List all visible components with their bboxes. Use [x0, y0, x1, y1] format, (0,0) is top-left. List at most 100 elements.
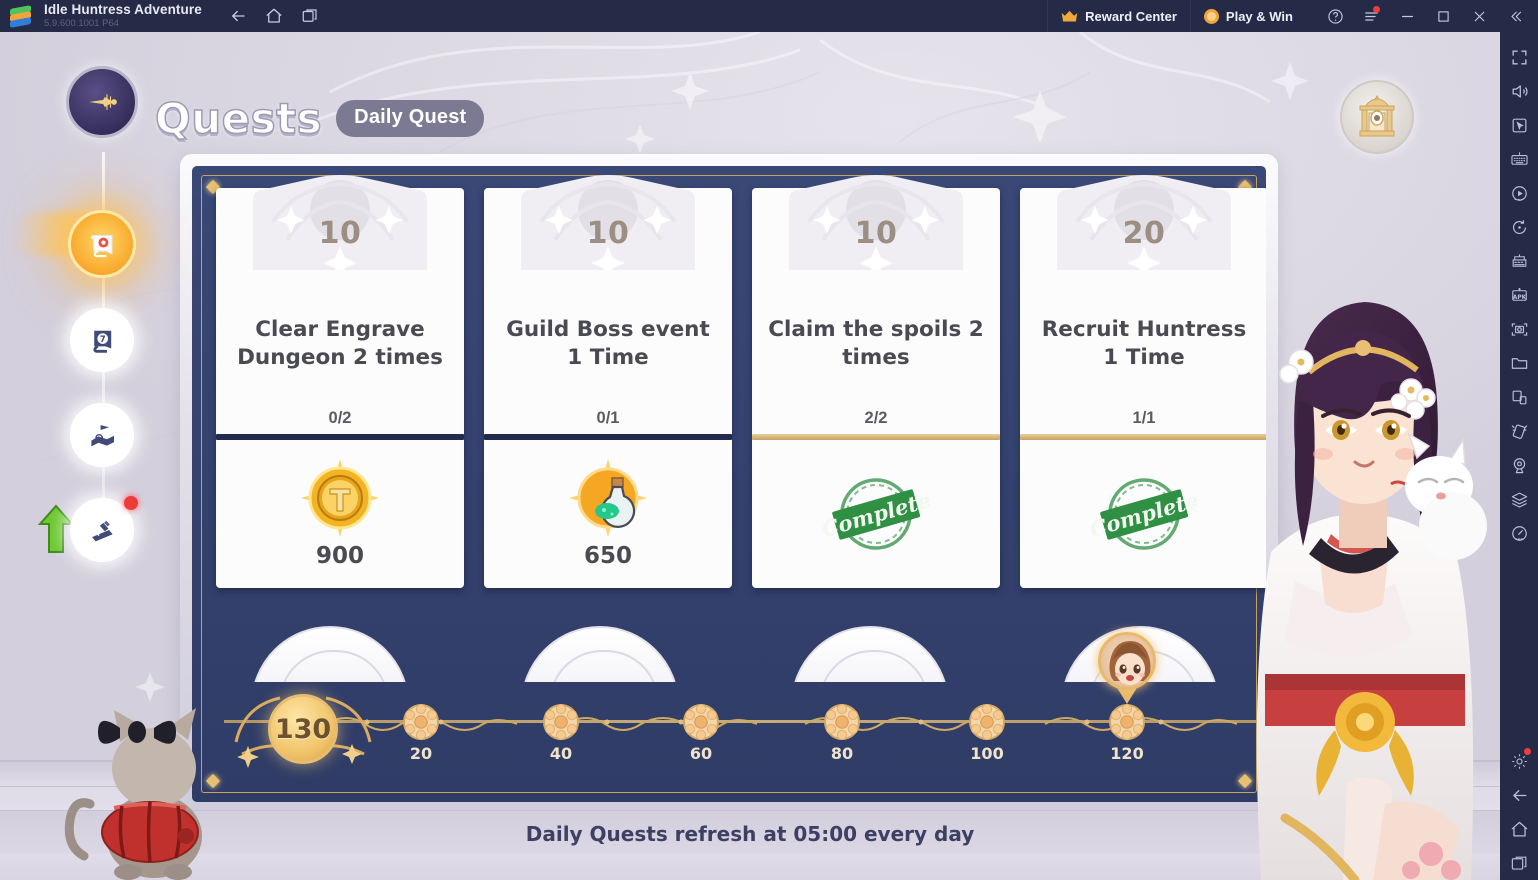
eco-mode-layers-icon[interactable] — [1503, 482, 1535, 516]
quest-card-list: 10 Clear Engrave Dungeon 2 times 0/2 900… — [206, 175, 1266, 606]
sword-emblem-icon — [66, 66, 138, 138]
milestone-track: 130 20 40 60 80 100 120 — [206, 626, 1266, 776]
gold-coin-icon — [301, 459, 379, 537]
quest-reward[interactable]: 900 — [216, 440, 464, 588]
reward-center-label: Reward Center — [1085, 8, 1177, 24]
quest-title: Claim the spoils 2 times — [768, 317, 984, 371]
milestone-node[interactable]: 20 — [399, 700, 443, 763]
rotate-icon[interactable] — [1503, 210, 1535, 244]
quest-points: 10 — [318, 216, 362, 251]
total-points-value: 130 — [274, 713, 332, 745]
sidebar-item-map-quest[interactable] — [52, 385, 152, 485]
app-version: 5.9.600.1001 P64 — [44, 17, 120, 29]
titlebar-nav-group — [228, 6, 320, 26]
shrine-portal-button[interactable] — [1334, 74, 1420, 160]
hamburger-menu-icon[interactable] — [1354, 0, 1388, 32]
close-icon[interactable] — [1462, 0, 1496, 32]
location-gps-icon[interactable] — [1503, 448, 1535, 482]
quest-points: 10 — [854, 216, 898, 251]
cat-merchant-npc — [62, 696, 232, 880]
reward-center-button[interactable]: Reward Center — [1047, 0, 1190, 32]
track-flourish — [564, 717, 758, 731]
cursor-pointer-icon[interactable] — [1503, 108, 1535, 142]
sidebar-item-daily-quest[interactable] — [12, 194, 152, 294]
complete-stamp-icon: Complete — [816, 466, 936, 562]
milestone-node[interactable]: 80 — [820, 700, 864, 763]
maximize-icon[interactable] — [1426, 0, 1460, 32]
quest-reward[interactable]: 650 — [484, 440, 732, 588]
shrine-portal-icon — [1340, 80, 1414, 154]
app-name: Idle Huntress Adventure — [44, 2, 202, 18]
milestone-node[interactable]: 40 — [539, 700, 583, 763]
quest-progress: 0/1 — [484, 409, 732, 440]
android-back-icon[interactable] — [1503, 778, 1535, 812]
quest-title: Guild Boss event 1 Time — [506, 317, 710, 371]
back-arrow-icon[interactable] — [228, 6, 248, 26]
multi-instance-icon[interactable] — [300, 6, 320, 26]
performance-meter-icon[interactable] — [1503, 516, 1535, 550]
flower-node-icon — [543, 703, 579, 741]
flower-node-icon — [824, 703, 860, 741]
coin-star-icon — [1203, 8, 1219, 24]
quest-card[interactable]: 10 Claim the spoils 2 times 2/2 Complete — [752, 175, 1000, 588]
copy-window-icon[interactable] — [1503, 380, 1535, 414]
screenshot-icon[interactable] — [1503, 312, 1535, 346]
quest-reward[interactable]: Complete — [1020, 440, 1266, 588]
android-home-icon[interactable] — [1503, 812, 1535, 846]
minimize-icon[interactable] — [1390, 0, 1424, 32]
milestone-label: 20 — [409, 744, 433, 763]
keyboard-controls-icon[interactable] — [1503, 142, 1535, 176]
quest-card[interactable]: 20 Recruit Huntress 1 Time 1/1 Complete — [1020, 175, 1266, 588]
quest-progress-text: 0/2 — [328, 409, 352, 427]
quest-card[interactable]: 10 Guild Boss event 1 Time 0/1 650 — [484, 175, 732, 588]
app-title-block: Idle Huntress Adventure 5.9.600.1001 P64 — [44, 3, 202, 28]
svg-text:APK: APK — [1512, 294, 1526, 301]
sidebar-item-achievement-quest[interactable] — [37, 480, 152, 580]
flower-node-icon — [403, 703, 439, 741]
quest-reward[interactable]: Complete — [752, 440, 1000, 588]
quest-reward-amount: 900 — [315, 543, 364, 569]
fullscreen-icon[interactable] — [1503, 40, 1535, 74]
multi-instance-manager-icon[interactable] — [1503, 244, 1535, 278]
sidebar-item-emblem[interactable] — [52, 52, 152, 152]
help-circle-icon[interactable] — [1318, 0, 1352, 32]
bluestacks-window: Idle Huntress Adventure 5.9.600.1001 P64… — [0, 0, 1538, 880]
milestone-node[interactable]: 100 — [965, 700, 1009, 763]
crown-icon — [1061, 10, 1078, 23]
volume-icon[interactable] — [1503, 74, 1535, 108]
page-title: Quests — [154, 93, 323, 144]
android-recents-icon[interactable] — [1503, 846, 1535, 880]
bluestacks-logo-icon — [8, 3, 34, 29]
settings-gear-icon[interactable] — [1503, 744, 1535, 778]
quest-progress: 2/2 — [752, 409, 1000, 440]
quest-title: Recruit Huntress 1 Time — [1041, 317, 1247, 371]
page-header: Quests Daily Quest — [154, 93, 485, 144]
media-folder-icon[interactable] — [1503, 346, 1535, 380]
milestone-chest[interactable] — [251, 626, 409, 682]
svg-text:Complete: Complete — [819, 487, 934, 542]
quest-title: Clear Engrave Dungeon 2 times — [237, 317, 443, 371]
svg-text:Complete: Complete — [1087, 487, 1202, 542]
milestone-chest[interactable] — [521, 626, 679, 682]
emulator-sidebar: APK — [1500, 32, 1538, 880]
quest-card[interactable]: 10 Clear Engrave Dungeon 2 times 0/2 900 — [216, 175, 464, 588]
milestone-label: 100 — [970, 744, 1004, 763]
macro-play-icon[interactable] — [1503, 176, 1535, 210]
quest-reward-amount: 650 — [583, 543, 632, 569]
milestone-node[interactable]: 60 — [679, 700, 723, 763]
green-potion-icon — [569, 459, 647, 537]
window-controls — [1306, 0, 1538, 32]
sidebar-item-weekly-quest[interactable]: 7 — [52, 290, 152, 390]
banner-scroll-icon — [70, 498, 134, 562]
play-and-win-button[interactable]: Play & Win — [1189, 0, 1306, 32]
install-apk-icon[interactable]: APK — [1503, 278, 1535, 312]
flower-node-icon — [683, 703, 719, 741]
map-flag-icon — [70, 403, 134, 467]
shake-tilt-icon[interactable] — [1503, 414, 1535, 448]
milestone-label: 120 — [1110, 744, 1144, 763]
milestone-chest[interactable] — [791, 626, 949, 682]
total-points-circle: 130 — [268, 694, 338, 764]
double-chevron-left-icon[interactable] — [1498, 0, 1532, 32]
quest-progress-text: 1/1 — [1132, 409, 1156, 427]
home-icon[interactable] — [264, 6, 284, 26]
